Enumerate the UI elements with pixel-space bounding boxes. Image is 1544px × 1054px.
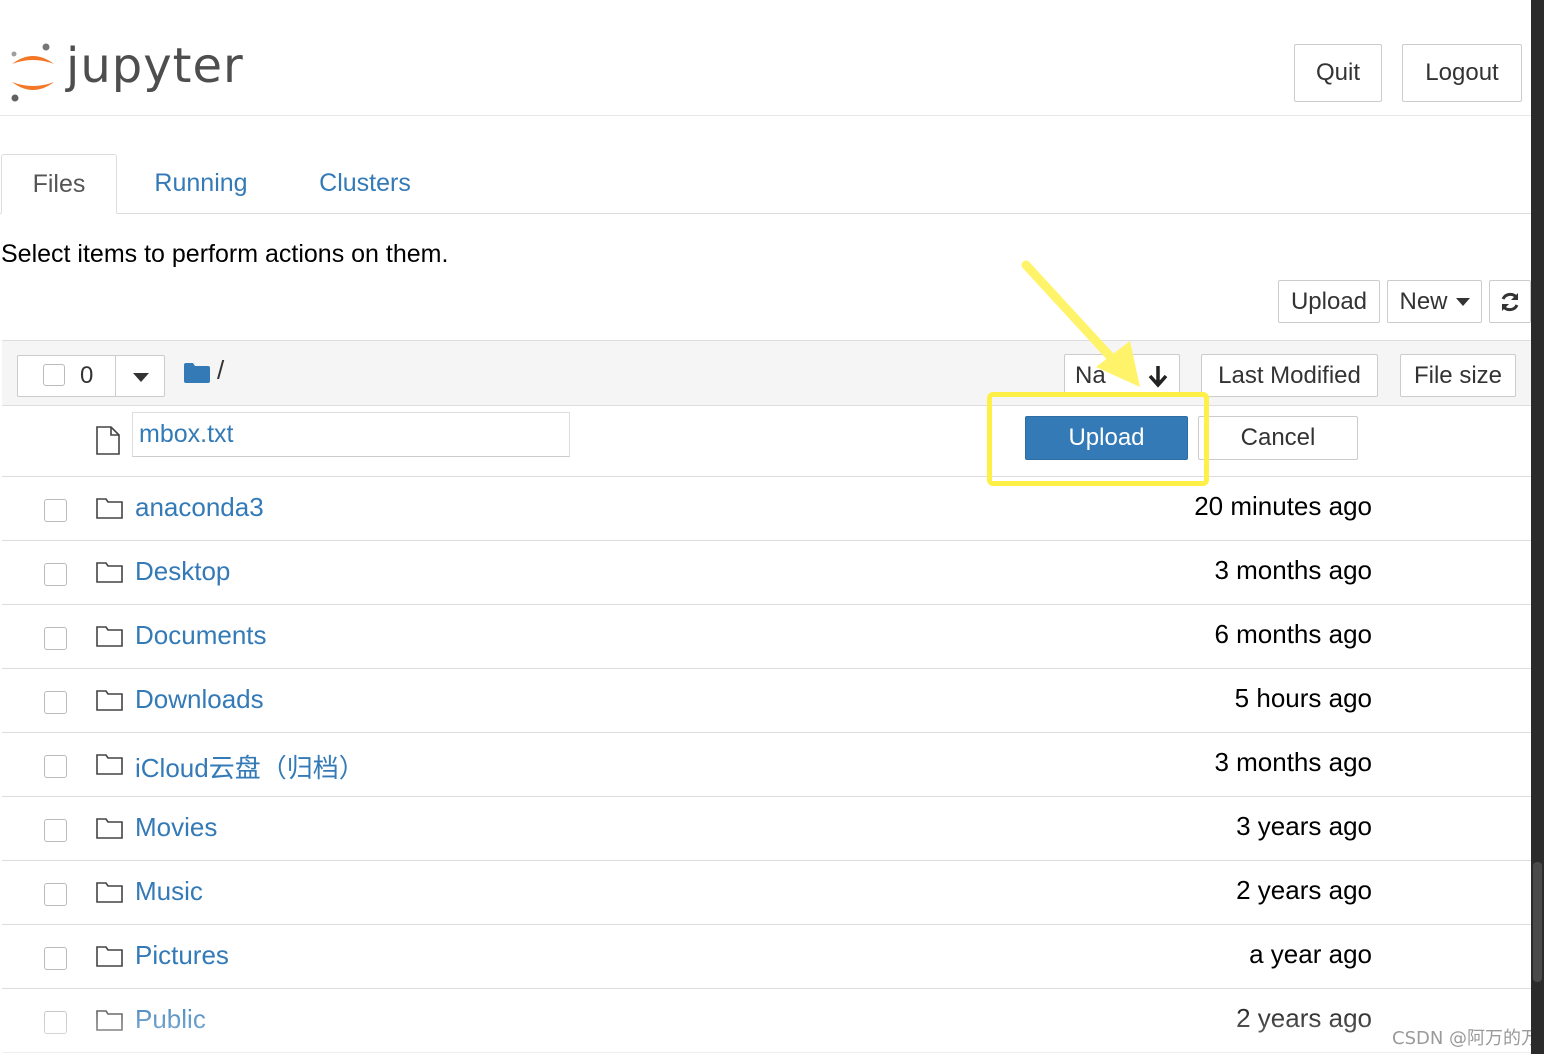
list-item[interactable]: anaconda3 20 minutes ago [2, 477, 1531, 541]
list-item[interactable]: Public 2 years ago [2, 989, 1531, 1053]
refresh-button[interactable] [1489, 280, 1531, 323]
item-checkbox[interactable] [44, 499, 67, 522]
list-item[interactable]: Movies 3 years ago [2, 797, 1531, 861]
folder-icon [96, 690, 123, 711]
item-modified: 20 minutes ago [1194, 491, 1372, 521]
breadcrumb-root[interactable]: / [217, 355, 224, 386]
item-name-link[interactable]: Downloads [135, 684, 264, 715]
folder-icon [96, 626, 123, 647]
item-name-link[interactable]: Documents [135, 620, 267, 651]
upload-filename-input[interactable] [132, 412, 570, 457]
item-checkbox[interactable] [44, 563, 67, 586]
folder-icon [96, 882, 123, 903]
item-modified: 3 months ago [1214, 747, 1372, 777]
item-name-link[interactable]: Desktop [135, 556, 230, 587]
item-checkbox[interactable] [44, 947, 67, 970]
select-all-checkbox[interactable] [43, 364, 65, 386]
jupyter-logo-icon[interactable] [8, 42, 58, 102]
sort-by-file-size-button[interactable]: File size [1400, 354, 1516, 397]
item-modified: 2 years ago [1236, 875, 1372, 905]
new-label: New [1399, 287, 1448, 315]
item-name-link[interactable]: Pictures [135, 940, 229, 971]
item-name-link[interactable]: Movies [135, 812, 217, 843]
file-icon [96, 426, 120, 455]
annotation-arrow-icon [1021, 260, 1140, 387]
folder-icon [96, 1010, 123, 1031]
list-item[interactable]: Downloads 5 hours ago [2, 669, 1531, 733]
list-item[interactable]: Music 2 years ago [2, 861, 1531, 925]
upload-button[interactable]: Upload [1278, 280, 1380, 323]
logo-text[interactable]: jupyter [66, 38, 244, 94]
tab-running[interactable]: Running [136, 154, 266, 213]
logout-button[interactable]: Logout [1402, 44, 1522, 102]
selected-count: 0 [80, 362, 94, 389]
item-modified: a year ago [1249, 939, 1372, 969]
sort-by-last-modified-button[interactable]: Last Modified [1201, 354, 1378, 397]
select-menu-caret-icon[interactable] [133, 373, 149, 382]
watermark: CSDN @阿万的万 [1392, 1028, 1540, 1049]
item-name-link[interactable]: iCloud云盘（归档） [135, 748, 365, 785]
quit-button[interactable]: Quit [1294, 44, 1382, 102]
item-checkbox[interactable] [44, 691, 67, 714]
folder-icon [96, 946, 123, 967]
list-item[interactable]: Pictures a year ago [2, 925, 1531, 989]
select-all-group: 0 [17, 355, 165, 397]
tab-clusters[interactable]: Clusters [300, 154, 430, 213]
folder-icon[interactable] [184, 363, 210, 383]
refresh-icon [1501, 292, 1519, 311]
new-dropdown-button[interactable]: New [1387, 280, 1482, 323]
item-name-link[interactable]: anaconda3 [135, 492, 264, 523]
folder-icon [96, 562, 123, 583]
folder-icon [96, 818, 123, 839]
list-item[interactable]: iCloud云盘（归档） 3 months ago [2, 733, 1531, 797]
instructions-text: Select items to perform actions on them. [1, 240, 449, 268]
tab-files[interactable]: Files [1, 154, 117, 214]
item-modified: 2 years ago [1236, 1003, 1372, 1033]
item-name-link[interactable]: Music [135, 876, 203, 907]
item-checkbox[interactable] [44, 755, 67, 778]
item-modified: 5 hours ago [1234, 683, 1372, 713]
scrollbar-thumb[interactable] [1533, 862, 1542, 982]
folder-icon [96, 498, 123, 519]
list-item[interactable]: Documents 6 months ago [2, 605, 1531, 669]
item-modified: 6 months ago [1214, 619, 1372, 649]
file-list-header: 0 / Na Last Modified File size [2, 340, 1531, 406]
list-item[interactable]: Desktop 3 months ago [2, 541, 1531, 605]
header: jupyter Quit Logout [0, 0, 1531, 116]
cancel-upload-button[interactable]: Cancel [1198, 416, 1358, 460]
item-checkbox[interactable] [44, 627, 67, 650]
caret-down-icon [1455, 297, 1470, 306]
item-checkbox[interactable] [44, 1011, 67, 1034]
scrollbar-track[interactable] [1531, 0, 1544, 1054]
item-name-link[interactable]: Public [135, 1004, 206, 1035]
folder-icon [96, 754, 123, 775]
item-checkbox[interactable] [44, 883, 67, 906]
item-modified: 3 months ago [1214, 555, 1372, 585]
pending-upload-row: Upload Cancel [2, 406, 1531, 477]
tab-bar: Files Running Clusters [0, 154, 1531, 214]
item-modified: 3 years ago [1236, 811, 1372, 841]
item-checkbox[interactable] [44, 819, 67, 842]
annotation-highlight-box [987, 392, 1209, 486]
